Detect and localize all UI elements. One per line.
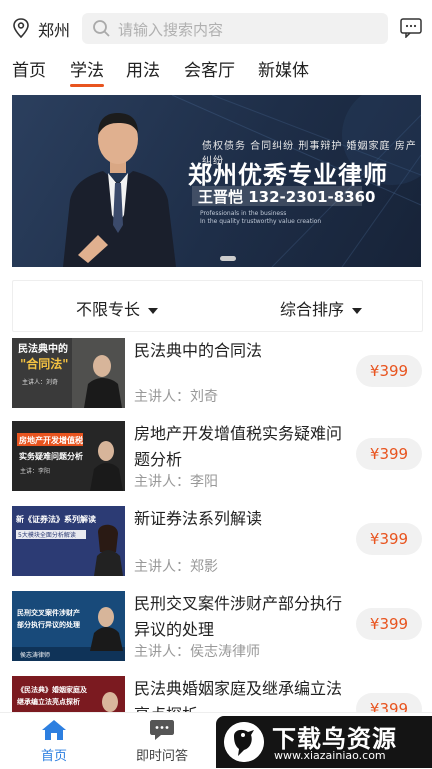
lawyer-photo (63, 113, 176, 267)
course-lecturer: 主讲人：郑影 (134, 559, 218, 575)
course-thumbnail: 新《证券法》系列解读 5大模块全面分析解读 (12, 506, 125, 576)
banner-contact: 王晋恺 132-2301-8360 (198, 188, 376, 206)
thumb-sub: 5大模块全面分析解读 (18, 531, 76, 539)
course-title: 新证券法系列解读 (134, 509, 263, 528)
bird-logo-icon (224, 722, 264, 762)
tabbar-qa-label: 即时问答 (135, 749, 188, 764)
watermark-url: www.xiazainiao.com (274, 749, 386, 762)
course-title: 民刑交叉案件涉财产部分执行异议的处理 (134, 594, 343, 639)
chat-bubble-icon (150, 720, 174, 740)
thumb-line: 新《证券法》系列解读 (16, 514, 96, 524)
course-thumbnail: 民法典中的 "合同法" 主讲人：刘奇 (12, 338, 125, 408)
specialty-filter-label: 不限专长 (76, 300, 141, 319)
price-button[interactable]: ¥399 (356, 523, 422, 555)
course-lecturer: 主讲人：侯志涛律师 (134, 644, 260, 660)
banner-english-line-2: In the quality trustworthy value creatio… (200, 218, 322, 225)
search-input[interactable]: 请输入搜索内容 (118, 19, 223, 40)
thumb-line: 实务疑难问题分析 (19, 451, 83, 461)
course-item[interactable]: 民法典中的 "合同法" 主讲人：刘奇 民法典中的合同法 主讲人：刘奇 ¥399 (0, 338, 432, 418)
thumb-line: 民法典中的 (18, 342, 68, 355)
thumb-sub: 主讲人：刘奇 (22, 378, 58, 386)
tab-new-media[interactable]: 新媒体 (258, 56, 309, 81)
home-icon (42, 720, 66, 740)
thumb-line: 房地产开发增值税 (19, 435, 83, 445)
price-button[interactable]: ¥399 (356, 438, 422, 470)
tab-study-law[interactable]: 学法 (70, 56, 104, 81)
caret-down-icon (148, 307, 159, 314)
message-icon[interactable] (400, 18, 422, 38)
tab-home[interactable]: 首页 (12, 56, 46, 81)
course-title: 房地产开发增值税实务疑难问题分析 (134, 424, 343, 469)
top-bar: 郑州 请输入搜索内容 (0, 0, 432, 56)
watermark: 下载鸟资源 www.xiazainiao.com (216, 716, 432, 768)
search-icon (93, 20, 110, 37)
specialty-filter[interactable]: 不限专长 (76, 296, 159, 320)
caret-down-icon (352, 307, 363, 314)
filter-bar: 不限专长 综合排序 (12, 280, 423, 332)
city-label[interactable]: 郑州 (38, 17, 70, 41)
tab-lounge[interactable]: 会客厅 (184, 56, 235, 81)
thumb-line: 继承编立法亮点探析 (17, 697, 80, 706)
tabbar-home-label: 首页 (40, 749, 67, 764)
course-thumbnail: 房地产开发增值税 实务疑难问题分析 主讲：李阳 (12, 421, 125, 491)
location-icon[interactable] (12, 18, 30, 38)
course-item[interactable]: 房地产开发增值税 实务疑难问题分析 主讲：李阳 房地产开发增值税实务疑难问题分析… (0, 421, 432, 501)
banner-english-line-1: Professionals in the business (200, 210, 287, 217)
thumb-line: 《民法典》婚姻家庭及 (17, 685, 88, 694)
thumb-sub: 主讲：李阳 (20, 467, 50, 475)
course-title: 民法典中的合同法 (134, 341, 263, 360)
tabbar-home[interactable]: 首页 (14, 719, 94, 764)
course-item[interactable]: 新《证券法》系列解读 5大模块全面分析解读 新证券法系列解读 主讲人：郑影 ¥3… (0, 506, 432, 586)
sort-filter-label: 综合排序 (280, 300, 345, 319)
price-button[interactable]: ¥399 (356, 608, 422, 640)
course-lecturer: 主讲人：李阳 (134, 474, 218, 490)
thumb-sub: 侯志涛律师 (20, 651, 50, 659)
carousel-indicator (220, 256, 236, 261)
course-item[interactable]: 民刑交叉案件涉财产 部分执行异议的处理 侯志涛律师 民刑交叉案件涉财产部分执行异… (0, 591, 432, 671)
course-thumbnail: 民刑交叉案件涉财产 部分执行异议的处理 侯志涛律师 (12, 591, 125, 661)
tab-use-law[interactable]: 用法 (126, 56, 160, 81)
thumb-line: "合同法" (20, 356, 69, 371)
thumb-line: 部分执行异议的处理 (17, 620, 80, 629)
course-lecturer: 主讲人：刘奇 (134, 389, 218, 405)
price-button[interactable]: ¥399 (356, 355, 422, 387)
thumb-line: 民刑交叉案件涉财产 (17, 608, 80, 617)
promo-banner[interactable]: 债权债务 合同纠纷 刑事辩护 婚姻家庭 房产纠纷 郑州优秀专业律师 王晋恺 13… (12, 95, 421, 267)
sort-filter[interactable]: 综合排序 (280, 296, 363, 320)
banner-title: 郑州优秀专业律师 (188, 161, 388, 189)
tabbar-qa[interactable]: 即时问答 (122, 719, 202, 764)
active-tab-indicator (70, 84, 104, 87)
search-bar[interactable]: 请输入搜索内容 (82, 13, 388, 44)
category-tabs: 首页 学法 用法 会客厅 新媒体 (0, 54, 432, 88)
